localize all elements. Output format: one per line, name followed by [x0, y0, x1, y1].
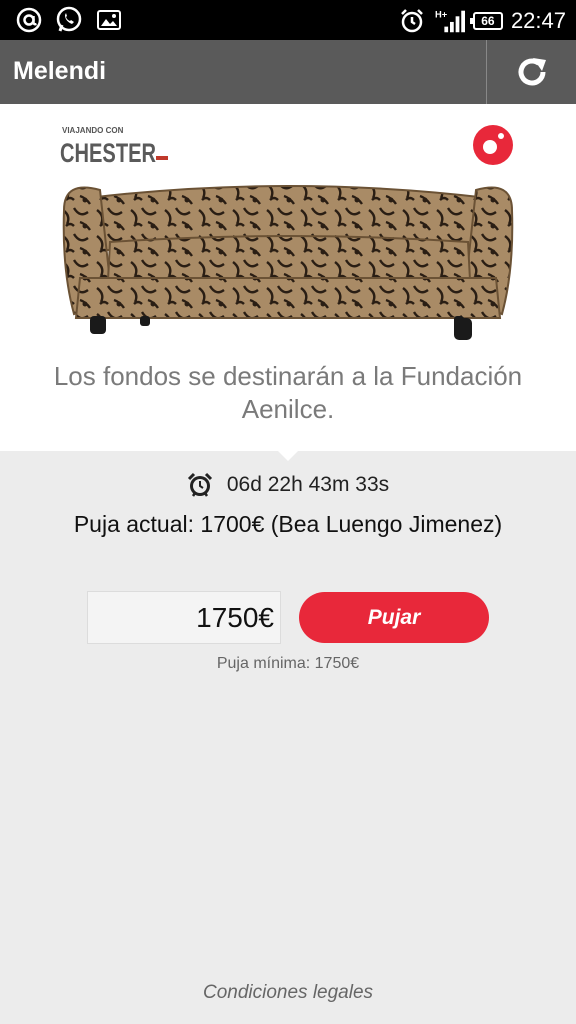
- status-bar: H+ 66 22:47: [0, 0, 576, 40]
- record-button[interactable]: [472, 124, 514, 166]
- product-card: VIAJANDO CON CHESTER Los fondos se desti…: [0, 104, 576, 451]
- clock-time: 22:47: [510, 8, 566, 33]
- at-sign-icon: [14, 5, 44, 35]
- svg-text:H+: H+: [435, 9, 448, 19]
- countdown-timer: 06d 22h 43m 33s: [226, 473, 390, 496]
- record-icon: [473, 125, 513, 165]
- countdown: 06d 22h 43m 33s: [0, 470, 576, 500]
- signal-hplus-icon: H+: [435, 6, 465, 36]
- refresh-button[interactable]: [487, 40, 576, 104]
- battery-icon: 66: [469, 12, 503, 30]
- svg-text:VIAJANDO CON: VIAJANDO CON: [62, 126, 124, 135]
- alarm-icon: [397, 6, 427, 36]
- bid-amount-input[interactable]: [87, 591, 281, 644]
- brand-logo: VIAJANDO CON CHESTER: [60, 126, 168, 168]
- minimum-bid: Puja mínima: 1750€: [216, 655, 360, 672]
- legal-conditions-link[interactable]: Condiciones legales: [0, 982, 576, 1004]
- current-bid: Puja actual: 1700€ (Bea Luengo Jimenez): [73, 511, 503, 537]
- chesterfield-sofa-image: [62, 185, 514, 340]
- gallery-icon: [94, 5, 124, 35]
- refresh-icon: [518, 58, 546, 86]
- whatsapp-icon: [54, 5, 84, 35]
- svg-text:CHESTER: CHESTER: [60, 138, 156, 168]
- app-title: Melendi: [13, 57, 107, 85]
- alarm-clock-icon: [187, 472, 212, 497]
- card-pointer: [278, 451, 298, 461]
- action-bar: Melendi: [0, 40, 576, 104]
- bid-button[interactable]: Pujar: [299, 592, 489, 643]
- product-description: Los fondos se destinarán a la Fundación …: [53, 361, 523, 424]
